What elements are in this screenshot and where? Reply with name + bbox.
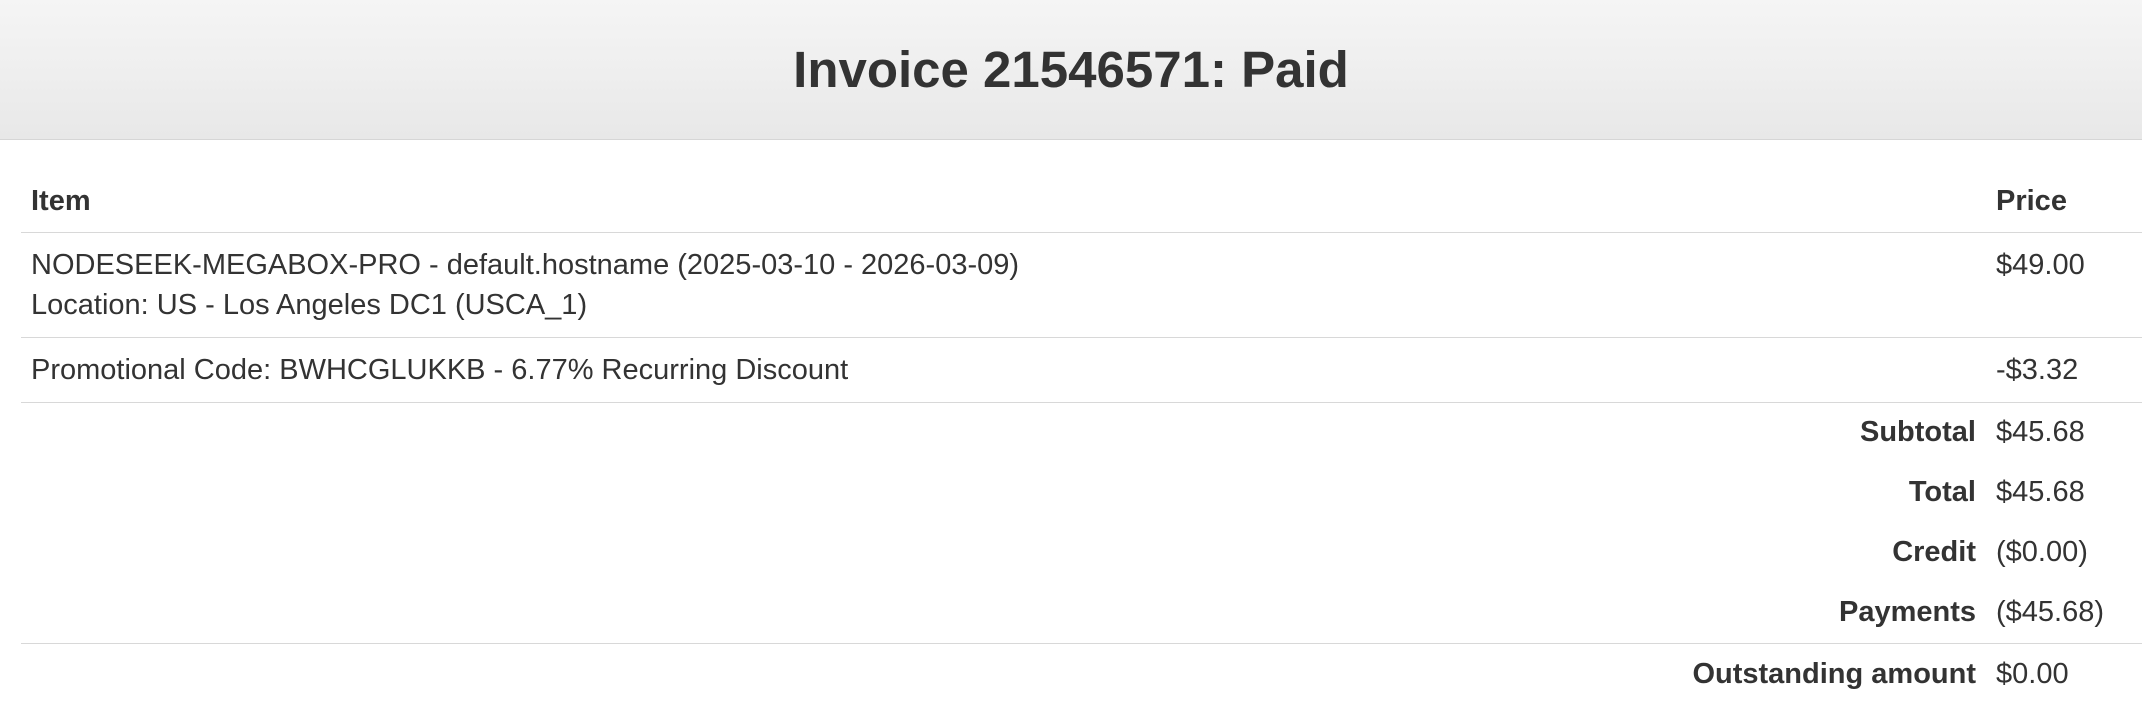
column-header-item: Item: [21, 140, 1996, 233]
payments-value: ($45.68): [1996, 596, 2105, 628]
column-header-price: Price: [1996, 140, 2142, 233]
credit-label: Credit: [1892, 536, 1976, 568]
invoice-title: Invoice 21546571: Paid: [793, 41, 1349, 98]
invoice-items-table: Item Price NODESEEK-MEGABOX-PRO - defaul…: [21, 140, 2142, 706]
item-description: Promotional Code: BWHCGLUKKB - 6.77% Rec…: [21, 337, 1996, 403]
item-price: $49.00: [1996, 232, 2142, 338]
outstanding-amount-label: Outstanding amount: [21, 642, 1996, 706]
table-header-row: Item Price: [21, 140, 2142, 233]
table-row: Promotional Code: BWHCGLUKKB - 6.77% Rec…: [21, 337, 2142, 403]
total-value: $45.68: [1996, 476, 2085, 508]
payments-label: Payments: [1838, 596, 1976, 628]
summary-row-payments: Payments ($45.68): [21, 583, 2142, 644]
promo-code-line: Promotional Code: BWHCGLUKKB - 6.77% Rec…: [31, 353, 849, 386]
table-row: NODESEEK-MEGABOX-PRO - default.hostname …: [21, 232, 2142, 338]
summary-row-credit: Credit ($0.00): [21, 523, 2142, 583]
credit-value: ($0.00): [1996, 536, 2088, 568]
item-description: NODESEEK-MEGABOX-PRO - default.hostname …: [21, 232, 1996, 338]
invoice-header: Invoice 21546571: Paid: [0, 0, 2142, 140]
item-price: -$3.32: [1996, 337, 2142, 403]
summary-row-outstanding: Outstanding amount $0.00: [21, 642, 2142, 706]
outstanding-amount-value: $0.00: [1996, 642, 2142, 706]
subtotal-label: Subtotal: [1860, 416, 1976, 448]
subtotal-value: $45.68: [1996, 416, 2085, 448]
total-label: Total: [1908, 476, 1976, 508]
summary-row-total: Total $45.68: [21, 463, 2142, 523]
summary-row-subtotal: Subtotal $45.68: [21, 402, 2142, 463]
item-location-line: Location: US - Los Angeles DC1 (USCA_1): [31, 288, 588, 321]
item-product-line: NODESEEK-MEGABOX-PRO - default.hostname …: [31, 248, 1020, 281]
invoice-items-section: Item Price NODESEEK-MEGABOX-PRO - defaul…: [0, 140, 2142, 706]
